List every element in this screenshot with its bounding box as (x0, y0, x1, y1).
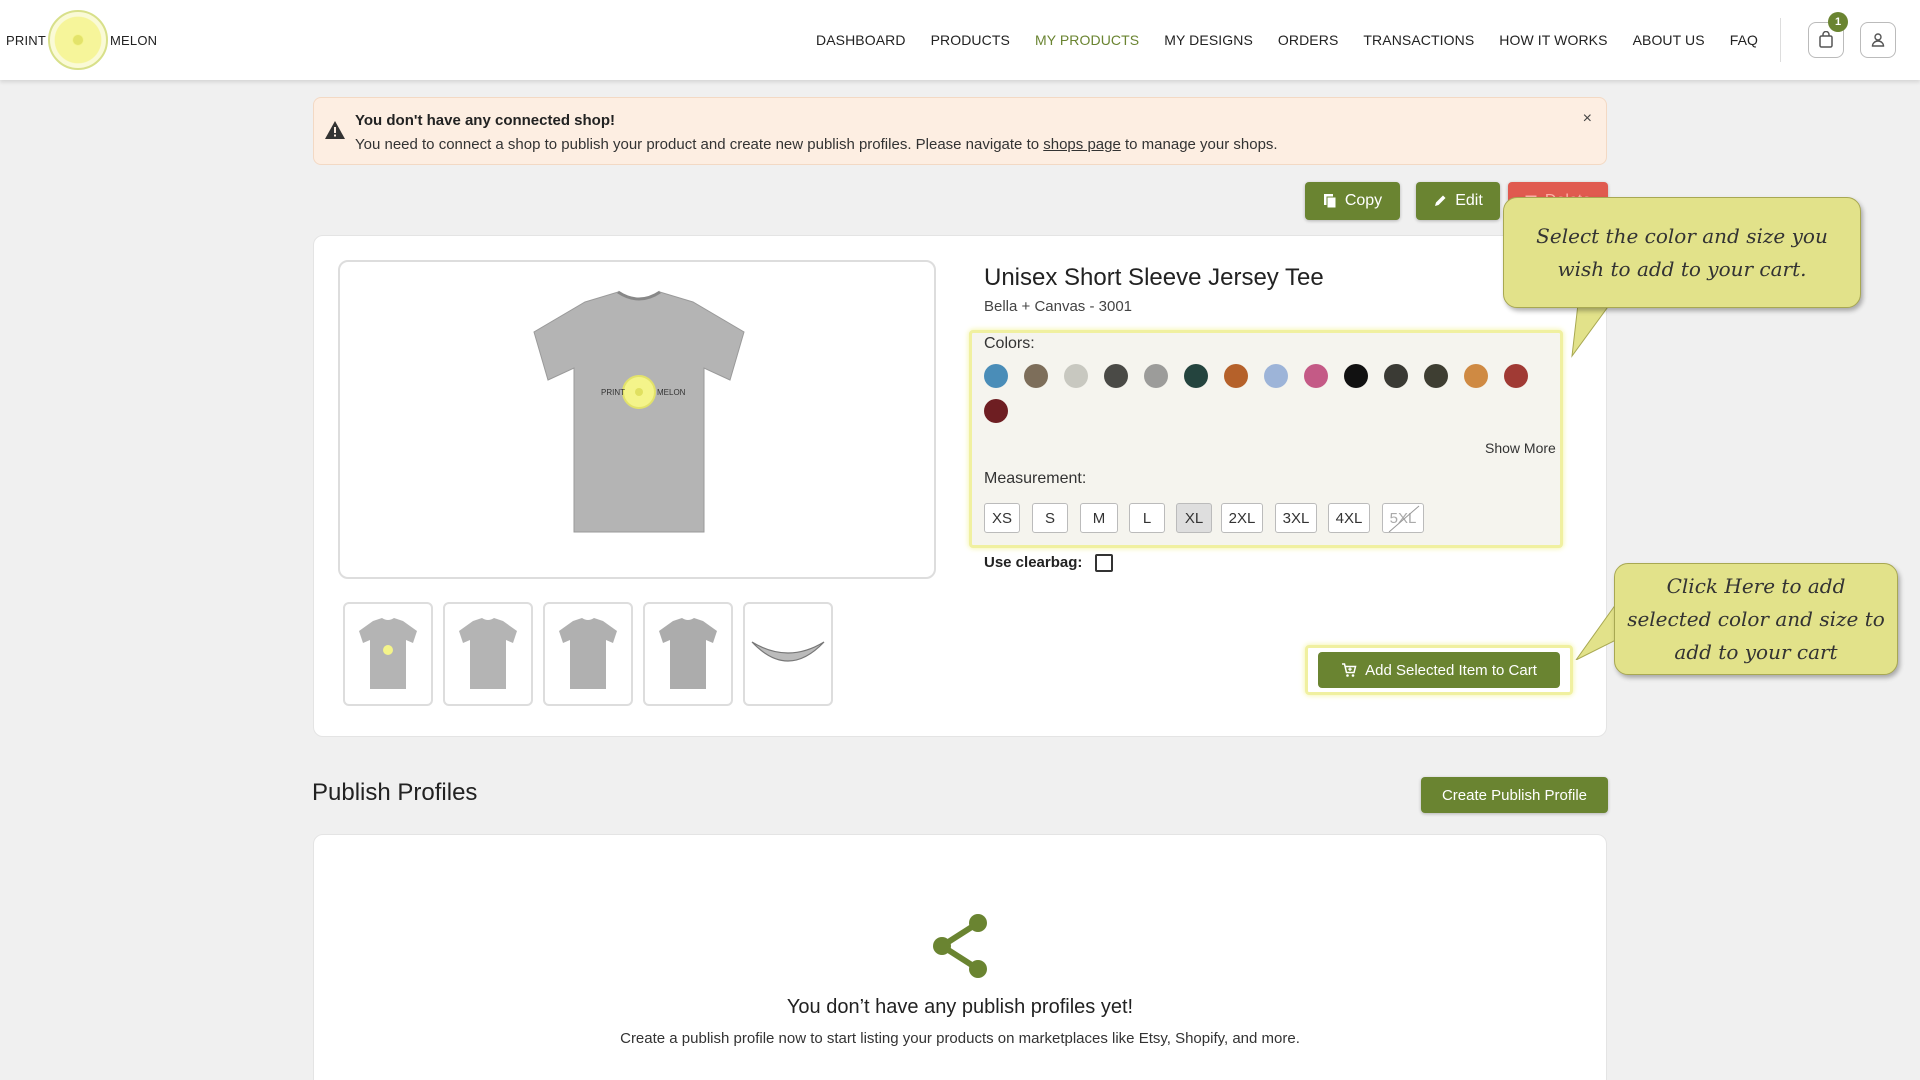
brand-word-left: PRINT (6, 32, 46, 48)
color-swatch[interactable] (1144, 364, 1168, 388)
color-swatch[interactable] (1464, 364, 1488, 388)
tshirt-thumbnail (359, 618, 417, 689)
no-shop-alert: You don't have any connected shop! You n… (313, 97, 1607, 165)
cart-plus-icon (1342, 663, 1357, 677)
nav-faq[interactable]: FAQ (1730, 32, 1758, 48)
alert-close-icon[interactable]: × (1583, 110, 1592, 128)
thumbnail-back[interactable] (543, 602, 633, 706)
size-option-m[interactable]: M (1080, 503, 1118, 533)
color-swatch[interactable] (1184, 364, 1208, 388)
copy-label: Copy (1344, 192, 1383, 209)
thumbnail-side[interactable] (643, 602, 733, 706)
product-main-image[interactable]: PRINT MELON (338, 260, 936, 579)
user-menu-button[interactable] (1860, 22, 1896, 58)
clearbag-label: Use clearbag: (984, 554, 1083, 571)
size-option-4xl[interactable]: 4XL (1328, 503, 1370, 533)
product-title: Unisex Short Sleeve Jersey Tee (984, 264, 1324, 291)
nav-products[interactable]: PRODUCTS (931, 32, 1010, 48)
tooltip-select-color-size: Select the color and size you wish to ad… (1503, 197, 1861, 308)
shops-page-link[interactable]: shops page (1043, 136, 1121, 153)
color-swatch[interactable] (1424, 364, 1448, 388)
color-swatch[interactable] (1504, 364, 1528, 388)
cart-count-badge: 1 (1828, 12, 1848, 32)
size-option-3xl[interactable]: 3XL (1275, 503, 1317, 533)
tshirt-thumbnail (559, 618, 617, 689)
add-to-cart-label: Add Selected Item to Cart (1365, 661, 1537, 679)
thumbnail-front-logo[interactable] (343, 602, 433, 706)
nav-dashboard[interactable]: DASHBOARD (816, 32, 906, 48)
size-option-xs[interactable]: XS (984, 503, 1020, 533)
color-swatch[interactable] (1064, 364, 1088, 388)
brand-word-right: MELON (110, 32, 158, 48)
clearbag-checkbox[interactable] (1095, 554, 1113, 572)
brand-logo[interactable]: PRINT MELON (6, 10, 157, 70)
nav-how-it-works[interactable]: HOW IT WORKS (1499, 32, 1607, 48)
colors-label: Colors: (984, 335, 1035, 352)
color-swatch[interactable] (984, 399, 1008, 423)
color-swatch[interactable] (1024, 364, 1048, 388)
color-swatch[interactable] (984, 364, 1008, 388)
show-more-link[interactable]: Show More (1485, 440, 1556, 456)
edit-button[interactable]: Edit (1416, 182, 1500, 220)
measurement-label: Measurement: (984, 470, 1087, 487)
add-to-cart-button[interactable]: Add Selected Item to Cart (1318, 652, 1560, 688)
size-option-5xl[interactable]: 5XL (1382, 503, 1424, 533)
color-swatch[interactable] (1384, 364, 1408, 388)
pencil-icon (1435, 195, 1446, 206)
shopping-bag-icon (1819, 31, 1833, 48)
color-swatch[interactable] (1224, 364, 1248, 388)
melon-logo-icon (48, 10, 108, 70)
size-option-s[interactable]: S (1032, 503, 1068, 533)
color-swatch[interactable] (1344, 364, 1368, 388)
unavailable-slash-icon (1388, 505, 1420, 532)
thumbnail-collar[interactable] (743, 602, 833, 706)
size-option-l[interactable]: L (1129, 503, 1165, 533)
nav-my-products[interactable]: MY PRODUCTS (1035, 32, 1139, 48)
alert-message-tail: to manage your shops. (1120, 136, 1278, 153)
alert-title: You don't have any connected shop! (355, 112, 615, 129)
thumbnail-front[interactable] (443, 602, 533, 706)
copy-button[interactable]: Copy (1305, 182, 1400, 220)
collar-thumbnail (751, 641, 825, 662)
main-nav: DASHBOARD PRODUCTS MY PRODUCTS MY DESIGN… (816, 0, 1758, 80)
tooltip-select-pointer (1571, 300, 1612, 358)
empty-state-title: You don’t have any publish profiles yet! (786, 996, 1134, 1018)
edit-label: Edit (1455, 192, 1483, 209)
nav-orders[interactable]: ORDERS (1278, 32, 1339, 48)
tshirt-preview: PRINT MELON (533, 290, 745, 533)
tshirt-thumbnail (659, 618, 717, 689)
tshirt-thumbnail (459, 618, 517, 689)
svg-text:PRINT: PRINT (601, 388, 625, 397)
header-divider (1780, 18, 1781, 62)
top-header: PRINT MELON DASHBOARD PRODUCTS MY PRODUC… (0, 0, 1920, 80)
tooltip-add-to-cart: Click Here to add selected color and siz… (1614, 563, 1898, 675)
alert-message: You need to connect a shop to publish yo… (355, 136, 1278, 153)
nav-about-us[interactable]: ABOUT US (1633, 32, 1705, 48)
copy-icon (1323, 194, 1337, 209)
color-swatch[interactable] (1304, 364, 1328, 388)
color-swatch[interactable] (1264, 364, 1288, 388)
user-icon (1871, 33, 1885, 47)
share-icon (933, 914, 987, 978)
svg-text:MELON: MELON (657, 388, 686, 397)
publish-profiles-heading: Publish Profiles (312, 779, 478, 806)
alert-message-text: You need to connect a shop to publish yo… (355, 136, 1044, 153)
nav-my-designs[interactable]: MY DESIGNS (1164, 32, 1253, 48)
create-publish-profile-button[interactable]: Create Publish Profile (1421, 777, 1608, 813)
empty-state-description: Create a publish profile now to start li… (620, 1030, 1300, 1047)
size-option-xl[interactable]: XL (1176, 503, 1212, 533)
color-swatch[interactable] (1104, 364, 1128, 388)
size-option-2xl[interactable]: 2XL (1221, 503, 1263, 533)
nav-transactions[interactable]: TRANSACTIONS (1363, 32, 1474, 48)
product-subtitle: Bella + Canvas - 3001 (984, 298, 1133, 315)
warning-icon (325, 121, 345, 139)
